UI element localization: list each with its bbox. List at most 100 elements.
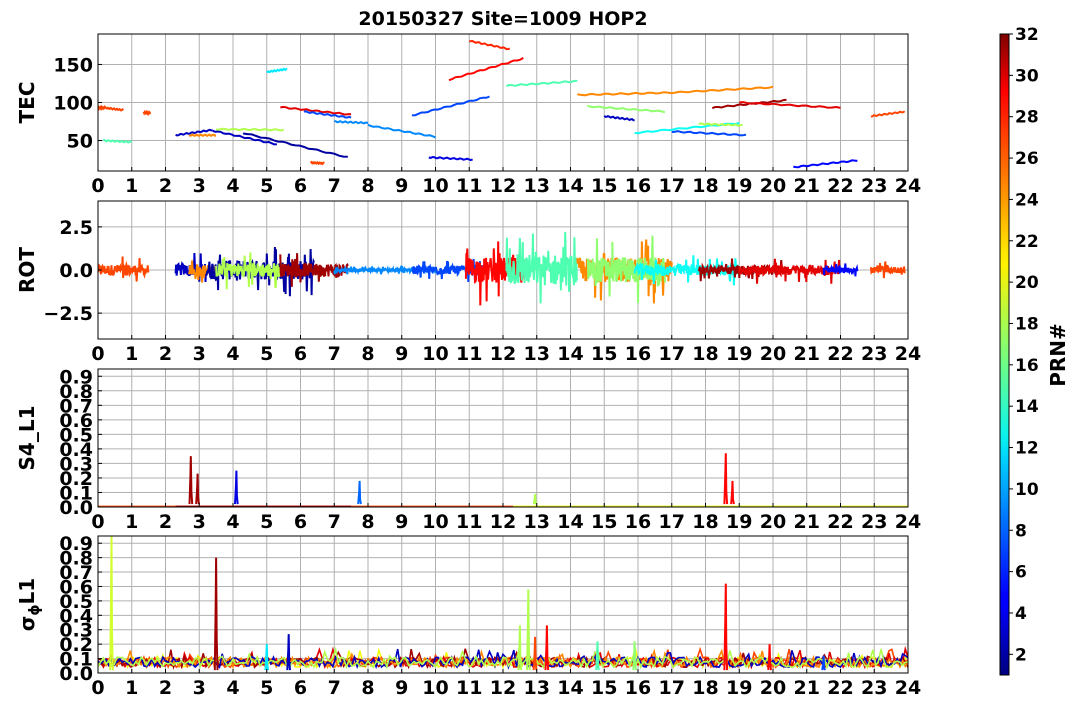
y-tick-label: 0.0 (59, 260, 93, 282)
x-tick-label: 2 (159, 511, 172, 533)
s4-spike-prn31 (188, 456, 194, 505)
x-tick-label: 17 (659, 677, 685, 699)
x-tick-label: 17 (659, 511, 685, 533)
x-tick-label: 7 (328, 343, 341, 365)
x-tick-label: 15 (591, 343, 617, 365)
x-tick-label: 5 (260, 175, 273, 197)
x-tick-label: 2 (159, 343, 172, 365)
sigma-spike-prn19 (109, 536, 114, 671)
s4-spike-prn4 (234, 470, 239, 505)
series-tec (98, 39, 906, 169)
y-tick-label: 0.9 (59, 366, 93, 388)
tec-trace-prn12 (266, 67, 288, 74)
s4-spike-prn28 (730, 480, 735, 505)
tec-trace-prn3 (603, 114, 635, 122)
x-tick-label: 21 (794, 343, 820, 365)
x-tick-label: 23 (861, 511, 887, 533)
sigma-spike-prn28 (544, 625, 550, 671)
sigma-spike-prn15 (595, 641, 600, 671)
x-tick-label: 11 (456, 175, 482, 197)
x-tick-label: 9 (395, 343, 408, 365)
x-tick-label: 19 (726, 175, 752, 197)
sigma-spike-prn3 (286, 634, 291, 671)
y-tick-label: 50 (67, 131, 93, 153)
colorbar-tick-label: 4 (1015, 604, 1027, 624)
x-tick-label: 8 (361, 343, 374, 365)
colorbar-tick-label: 30 (1015, 66, 1039, 86)
x-tick-label: 8 (361, 175, 374, 197)
colorbar-tick-label: 24 (1015, 190, 1039, 210)
x-tick-label: 21 (794, 175, 820, 197)
colorbar-tick-label: 12 (1015, 439, 1039, 459)
x-tick-label: 20 (760, 677, 786, 699)
x-tick-label: 22 (827, 175, 853, 197)
sigma-spike-prn28 (723, 583, 729, 671)
x-tick-label: 3 (193, 677, 206, 699)
tec-trace-prn5 (793, 159, 858, 169)
x-tick-label: 11 (456, 343, 482, 365)
x-tick-label: 3 (193, 343, 206, 365)
x-tick-label: 24 (895, 511, 921, 533)
rot-trace-prn26 (98, 256, 150, 282)
x-tick-label: 12 (490, 677, 516, 699)
figure: 20150327 Site=1009 HOP2 0 1 2 3 4 5 6 7 8 9 10 11 12… (15, 8, 1070, 699)
x-tick-label: 19 (726, 343, 752, 365)
panel-rot: 0 1 2 3 4 5 6 7 8 9 10 11 12 13 14 15 16 17 18 19 20 21 22 23 24… (15, 200, 921, 365)
x-tick-label: 18 (692, 175, 718, 197)
tec-trace-prn2 (242, 132, 348, 158)
sigma-spike-prn12 (264, 644, 270, 671)
rot-trace-prn15 (505, 231, 579, 304)
x-tick-label: 7 (328, 175, 341, 197)
sigma-spike-prn7 (821, 655, 826, 671)
x-tick-label: 14 (557, 343, 583, 365)
x-tick-label: 18 (692, 511, 718, 533)
x-tick-label: 17 (659, 175, 685, 197)
x-tick-label: 10 (422, 343, 448, 365)
x-tick-label: 4 (226, 511, 239, 533)
y-tick-label: −2.5 (43, 303, 93, 325)
x-tick-label: 24 (895, 343, 921, 365)
y-axis-label-rot: ROT (15, 247, 39, 293)
x-tick-label: 3 (193, 175, 206, 197)
x-tick-label: 12 (490, 175, 516, 197)
x-tick-label: 6 (294, 511, 307, 533)
x-tick-label: 18 (692, 677, 718, 699)
x-tick-label: 18 (692, 343, 718, 365)
tec-trace-prn9 (334, 120, 369, 125)
tec-trace-prn26 (142, 109, 152, 116)
x-tick-label: 14 (557, 677, 583, 699)
sigma-spike-prn26 (532, 636, 538, 671)
y-axis-label-tec: TEC (15, 82, 39, 124)
colorbar-tick-label: 18 (1015, 314, 1039, 334)
tec-trace-prn15 (506, 79, 578, 87)
x-tick-label: 20 (760, 343, 786, 365)
x-tick-label: 22 (827, 343, 853, 365)
tec-trace-prn26 (98, 104, 106, 112)
x-tick-label: 12 (490, 343, 516, 365)
rot-trace-prn26 (869, 261, 906, 279)
s4-spike-prn28 (723, 453, 729, 505)
x-tick-label: 14 (557, 175, 583, 197)
sigma-spike-prn31 (213, 557, 219, 671)
colorbar-tick-label: 10 (1015, 480, 1039, 500)
y-tick-label: 2.5 (59, 217, 93, 239)
x-tick-label: 16 (625, 343, 651, 365)
colorbar-gradient (999, 33, 1010, 676)
colorbar-tick-label: 14 (1015, 397, 1039, 417)
tec-trace-prn26 (104, 106, 125, 112)
tec-trace-prn17 (587, 104, 666, 114)
x-tick-label: 20 (760, 511, 786, 533)
x-tick-label: 16 (625, 677, 651, 699)
x-tick-label: 0 (91, 677, 104, 699)
colorbar-tick-label: 6 (1015, 563, 1027, 583)
x-tick-label: 0 (91, 175, 104, 197)
colorbar-label: PRN# (1046, 323, 1070, 387)
x-tick-label: 12 (490, 511, 516, 533)
colorbar-tick-label: 28 (1015, 108, 1039, 128)
x-tick-label: 23 (861, 343, 887, 365)
sigma-spike-prn17 (632, 641, 637, 671)
x-tick-label: 10 (422, 677, 448, 699)
series-rot (98, 231, 906, 306)
x-tick-label: 19 (726, 511, 752, 533)
s4-spike-prn8 (357, 480, 362, 505)
